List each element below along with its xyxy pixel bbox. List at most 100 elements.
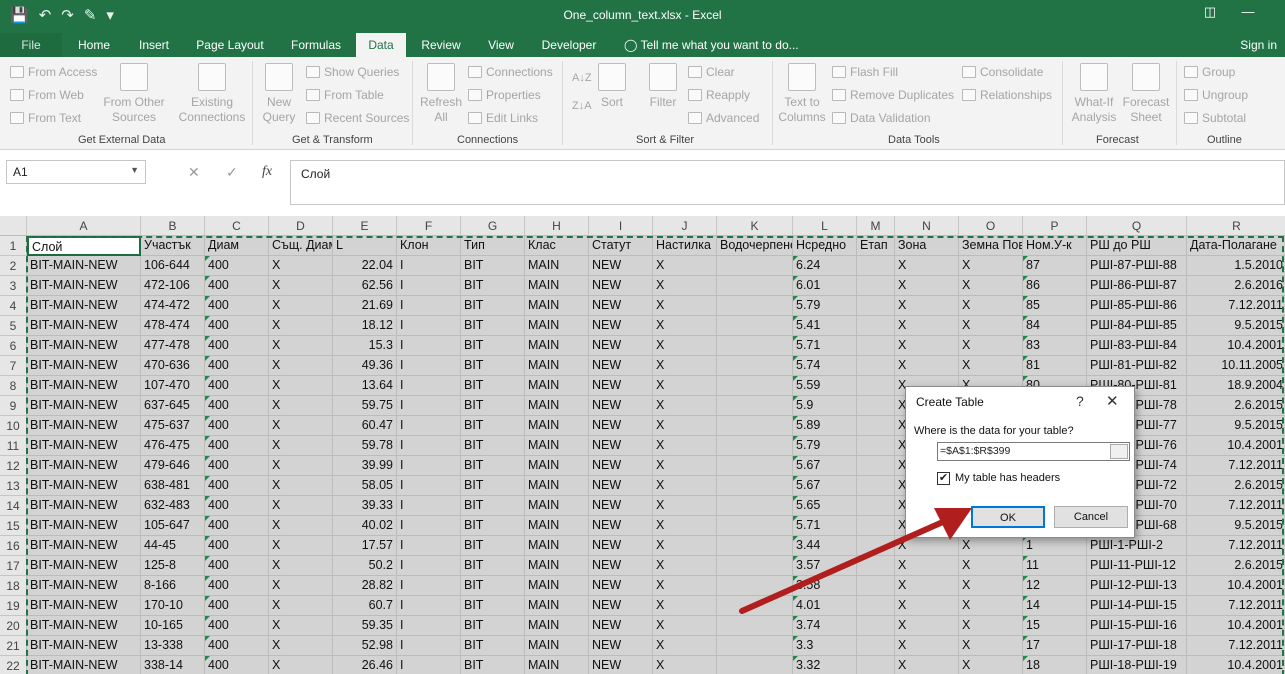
column-header[interactable]: E — [333, 216, 397, 236]
table-cell[interactable]: 59.35 — [333, 616, 397, 636]
ok-button[interactable]: OK — [971, 506, 1045, 528]
table-cell[interactable]: BIT — [461, 256, 525, 276]
table-cell[interactable]: X — [269, 396, 333, 416]
table-cell[interactable]: 638-481 — [141, 476, 205, 496]
table-cell[interactable]: BIT-MAIN-NEW — [27, 656, 141, 674]
table-cell[interactable]: I — [397, 656, 461, 674]
table-cell[interactable] — [857, 616, 895, 636]
headers-checkbox-label[interactable]: My table has headers — [955, 472, 1060, 484]
table-cell[interactable]: 60.7 — [333, 596, 397, 616]
table-cell[interactable]: 3.44 — [793, 536, 857, 556]
table-cell[interactable]: NEW — [589, 576, 653, 596]
table-cell[interactable]: X — [653, 616, 717, 636]
table-cell[interactable]: РШІ-81-РШІ-82 — [1087, 356, 1187, 376]
table-cell[interactable]: 59.78 — [333, 436, 397, 456]
table-cell[interactable]: 400 — [205, 576, 269, 596]
table-cell[interactable]: I — [397, 316, 461, 336]
table-cell[interactable]: 15 — [1023, 616, 1087, 636]
table-cell[interactable]: X — [653, 256, 717, 276]
table-cell[interactable]: MAIN — [525, 616, 589, 636]
table-cell[interactable] — [717, 656, 793, 674]
sort-ascending-icon[interactable]: A↓Z — [572, 69, 592, 87]
table-cell[interactable]: NEW — [589, 376, 653, 396]
name-box[interactable]: A1 ▼ — [6, 160, 146, 184]
table-cell[interactable] — [717, 476, 793, 496]
table-cell[interactable]: 1.5.2010 — [1187, 256, 1285, 276]
table-cell[interactable]: X — [269, 496, 333, 516]
table-cell[interactable]: X — [959, 596, 1023, 616]
from-table-button[interactable]: From Table — [306, 86, 384, 104]
table-cell[interactable]: 84 — [1023, 316, 1087, 336]
reapply-button[interactable]: Reapply — [688, 86, 750, 104]
table-cell[interactable] — [717, 556, 793, 576]
refresh-all-button[interactable]: Refresh All — [418, 63, 464, 125]
table-cell[interactable]: I — [397, 416, 461, 436]
table-cell[interactable]: 7.12.2011 — [1187, 456, 1285, 476]
column-header[interactable]: P — [1023, 216, 1087, 236]
table-cell[interactable]: MAIN — [525, 456, 589, 476]
edit-links-button[interactable]: Edit Links — [468, 109, 538, 127]
table-cell[interactable]: I — [397, 336, 461, 356]
table-cell[interactable]: X — [653, 576, 717, 596]
table-cell[interactable]: 400 — [205, 476, 269, 496]
table-cell[interactable]: NEW — [589, 476, 653, 496]
table-cell[interactable]: РШІ-18-РШІ-19 — [1087, 656, 1187, 674]
cancel-entry-icon[interactable]: ✕ — [188, 164, 200, 181]
table-cell[interactable]: X — [653, 516, 717, 536]
table-cell[interactable]: 3.58 — [793, 576, 857, 596]
column-header[interactable]: L — [793, 216, 857, 236]
table-cell[interactable] — [717, 396, 793, 416]
table-cell[interactable] — [857, 656, 895, 674]
table-cell[interactable] — [857, 436, 895, 456]
table-cell[interactable]: BIT — [461, 456, 525, 476]
table-cell[interactable] — [857, 256, 895, 276]
properties-button[interactable]: Properties — [468, 86, 541, 104]
table-cell[interactable]: I — [397, 396, 461, 416]
table-cell[interactable]: 12 — [1023, 576, 1087, 596]
table-cell[interactable]: 5.71 — [793, 336, 857, 356]
table-cell[interactable]: X — [269, 336, 333, 356]
table-cell[interactable] — [717, 596, 793, 616]
formula-input[interactable]: Слой — [290, 160, 1285, 205]
table-cell[interactable]: 7.12.2011 — [1187, 596, 1285, 616]
row-header[interactable]: 12 — [0, 456, 27, 476]
table-cell[interactable]: X — [959, 556, 1023, 576]
table-cell[interactable]: 5.65 — [793, 496, 857, 516]
table-cell[interactable] — [717, 536, 793, 556]
tab-formulas[interactable]: Formulas — [278, 33, 354, 57]
table-cell[interactable]: 400 — [205, 316, 269, 336]
table-cell[interactable]: 58.05 — [333, 476, 397, 496]
table-cell[interactable]: MAIN — [525, 656, 589, 674]
table-cell[interactable]: 2.6.2016 — [1187, 276, 1285, 296]
column-header[interactable]: B — [141, 216, 205, 236]
table-cell[interactable]: BIT — [461, 536, 525, 556]
table-cell[interactable] — [717, 636, 793, 656]
column-header[interactable]: A — [27, 216, 141, 236]
table-cell[interactable]: BIT-MAIN-NEW — [27, 536, 141, 556]
tab-data[interactable]: Data — [356, 33, 406, 57]
table-cell[interactable] — [717, 376, 793, 396]
table-cell[interactable]: BIT — [461, 356, 525, 376]
table-cell[interactable]: X — [895, 656, 959, 674]
table-cell[interactable] — [717, 456, 793, 476]
table-cell[interactable]: X — [895, 536, 959, 556]
table-cell[interactable] — [857, 556, 895, 576]
table-cell[interactable]: 476-475 — [141, 436, 205, 456]
table-cell[interactable]: X — [959, 296, 1023, 316]
table-cell[interactable] — [717, 616, 793, 636]
column-header[interactable]: I — [589, 216, 653, 236]
table-cell[interactable]: X — [653, 456, 717, 476]
table-cell[interactable]: NEW — [589, 656, 653, 674]
table-cell[interactable]: 477-478 — [141, 336, 205, 356]
table-cell[interactable]: BIT-MAIN-NEW — [27, 576, 141, 596]
table-cell[interactable]: NEW — [589, 436, 653, 456]
table-cell[interactable]: X — [269, 576, 333, 596]
table-cell[interactable]: Клон — [397, 236, 461, 256]
row-header[interactable]: 16 — [0, 536, 27, 556]
table-cell[interactable]: 22.04 — [333, 256, 397, 276]
table-cell[interactable]: 400 — [205, 616, 269, 636]
table-cell[interactable]: 13.64 — [333, 376, 397, 396]
table-cell[interactable]: NEW — [589, 276, 653, 296]
table-cell[interactable]: X — [269, 556, 333, 576]
table-cell[interactable]: РШІ-17-РШІ-18 — [1087, 636, 1187, 656]
